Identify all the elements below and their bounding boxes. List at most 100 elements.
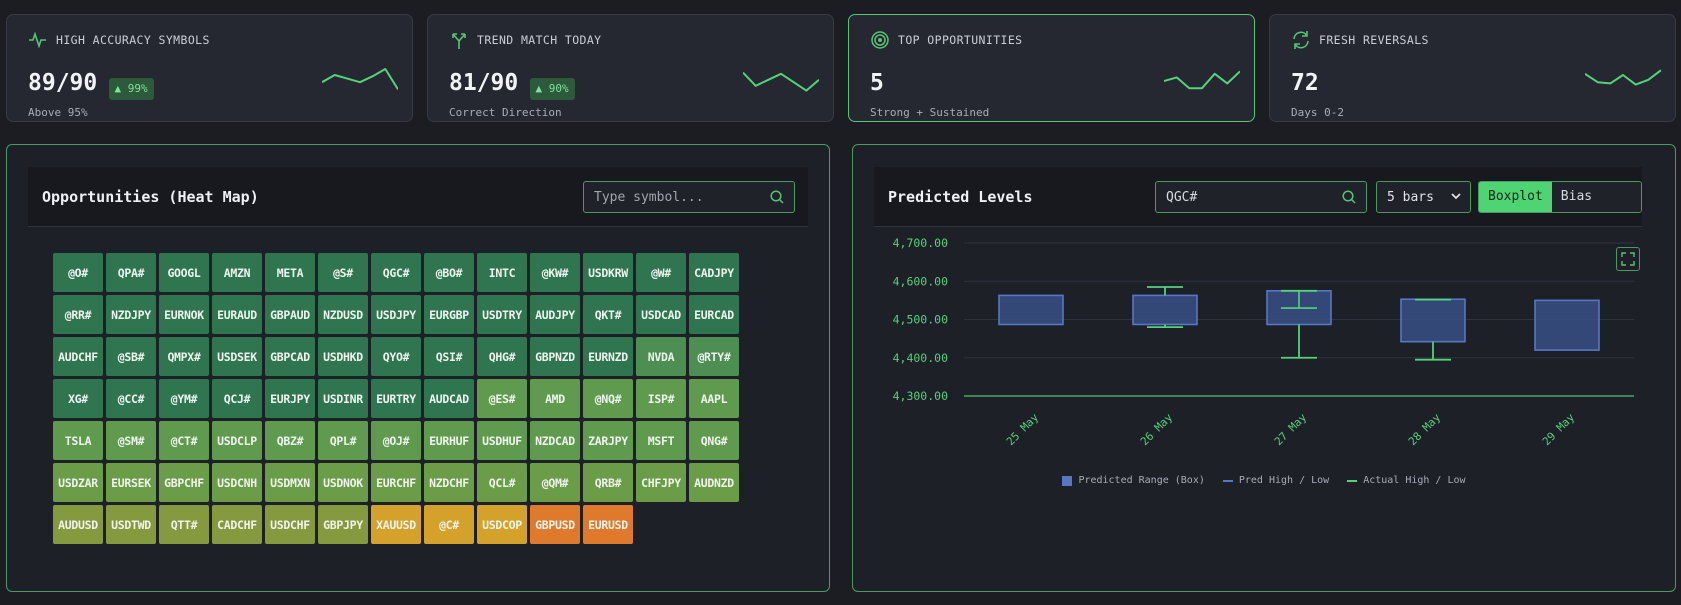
heatmap-cell[interactable]: USDJPY xyxy=(371,295,421,334)
heatmap-cell[interactable]: @CT# xyxy=(159,421,209,460)
heatmap-cell[interactable]: NVDA xyxy=(636,337,686,376)
heatmap-cell[interactable]: @QM# xyxy=(530,463,580,502)
heatmap-cell[interactable]: CADJPY xyxy=(689,253,739,292)
heatmap-cell[interactable]: AUDCHF xyxy=(53,337,103,376)
heatmap-cell[interactable]: GBPNZD xyxy=(530,337,580,376)
heatmap-cell[interactable]: USDSEK xyxy=(212,337,262,376)
heatmap-cell[interactable]: @ES# xyxy=(477,379,527,418)
heatmap-cell[interactable]: QKT# xyxy=(583,295,633,334)
symbol-search[interactable] xyxy=(583,181,795,213)
heatmap-cell[interactable]: USDKRW xyxy=(583,253,633,292)
heatmap-cell[interactable]: GBPCHF xyxy=(159,463,209,502)
heatmap-cell[interactable]: QHG# xyxy=(477,337,527,376)
heatmap-cell[interactable]: @C# xyxy=(424,505,474,544)
heatmap-cell[interactable]: META xyxy=(265,253,315,292)
heatmap-cell[interactable]: CHFJPY xyxy=(636,463,686,502)
heatmap-cell[interactable]: QBZ# xyxy=(265,421,315,460)
heatmap-cell[interactable]: NZDCAD xyxy=(530,421,580,460)
heatmap-cell[interactable]: @KW# xyxy=(530,253,580,292)
heatmap-cell[interactable]: @CC# xyxy=(106,379,156,418)
kpi-card-high-accuracy-symbols[interactable]: HIGH ACCURACY SYMBOLS 89/90 ▲ 99% Above 95% xyxy=(6,14,413,122)
heatmap-cell[interactable]: USDTRY xyxy=(477,295,527,334)
heatmap-cell[interactable]: USDZAR xyxy=(53,463,103,502)
heatmap-cell[interactable]: @W# xyxy=(636,253,686,292)
heatmap-cell[interactable]: GBPUSD xyxy=(530,505,580,544)
heatmap-cell[interactable]: @RR# xyxy=(53,295,103,334)
heatmap-cell[interactable]: AMD xyxy=(530,379,580,418)
heatmap-cell[interactable]: USDNOK xyxy=(318,463,368,502)
heatmap-cell[interactable]: USDCAD xyxy=(636,295,686,334)
heatmap-cell[interactable]: QPL# xyxy=(318,421,368,460)
heatmap-cell[interactable]: @SB# xyxy=(106,337,156,376)
levels-symbol-input[interactable] xyxy=(1156,189,1341,205)
heatmap-cell[interactable]: AUDJPY xyxy=(530,295,580,334)
heatmap-cell[interactable]: @O# xyxy=(53,253,103,292)
heatmap-cell[interactable]: USDCLP xyxy=(212,421,262,460)
heatmap-cell[interactable]: EURCAD xyxy=(689,295,739,334)
heatmap-cell[interactable]: @NQ# xyxy=(583,379,633,418)
bars-select[interactable]: 5 bars xyxy=(1376,181,1471,213)
heatmap-cell[interactable]: EURSEK xyxy=(106,463,156,502)
heatmap-cell[interactable]: AUDUSD xyxy=(53,505,103,544)
kpi-card-top-opportunities[interactable]: TOP OPPORTUNITIES 5 Strong + Sustained xyxy=(848,14,1255,122)
heatmap-cell[interactable]: ZARJPY xyxy=(583,421,633,460)
heatmap-cell[interactable]: EURGBP xyxy=(424,295,474,334)
symbol-search-input[interactable] xyxy=(584,189,769,205)
kpi-card-trend-match-today[interactable]: TREND MATCH TODAY 81/90 ▲ 90% Correct Direc… xyxy=(427,14,834,122)
heatmap-cell[interactable]: TSLA xyxy=(53,421,103,460)
heatmap-cell[interactable]: @BO# xyxy=(424,253,474,292)
heatmap-cell[interactable]: USDCHF xyxy=(265,505,315,544)
heatmap-cell[interactable]: QSI# xyxy=(424,337,474,376)
heatmap-cell[interactable]: @OJ# xyxy=(371,421,421,460)
bias-lines-toggle[interactable]: Bias Lines xyxy=(1551,182,1641,212)
heatmap-cell[interactable]: QGC# xyxy=(371,253,421,292)
heatmap-cell[interactable]: QPA# xyxy=(106,253,156,292)
heatmap-cell[interactable]: EURUSD xyxy=(583,505,633,544)
heatmap-cell[interactable]: @S# xyxy=(318,253,368,292)
heatmap-cell[interactable]: QCJ# xyxy=(212,379,262,418)
heatmap-cell[interactable]: QTT# xyxy=(159,505,209,544)
view-toggle[interactable]: Boxplot Bias Lines xyxy=(1478,181,1642,213)
heatmap-cell[interactable]: EURAUD xyxy=(212,295,262,334)
heatmap-cell[interactable]: EURNOK xyxy=(159,295,209,334)
heatmap-cell[interactable]: EURNZD xyxy=(583,337,633,376)
heatmap-cell[interactable]: EURHUF xyxy=(424,421,474,460)
boxplot-toggle[interactable]: Boxplot xyxy=(1479,182,1552,212)
heatmap-cell[interactable]: GBPCAD xyxy=(265,337,315,376)
heatmap-cell[interactable]: @YM# xyxy=(159,379,209,418)
heatmap-cell[interactable]: USDCNH xyxy=(212,463,262,502)
heatmap-cell[interactable]: QYO# xyxy=(371,337,421,376)
heatmap-cell[interactable]: GBPJPY xyxy=(318,505,368,544)
heatmap-cell[interactable]: QNG# xyxy=(689,421,739,460)
heatmap-cell[interactable]: QMPX# xyxy=(159,337,209,376)
heatmap-cell[interactable]: GOOGL xyxy=(159,253,209,292)
heatmap-cell[interactable]: USDCOP xyxy=(477,505,527,544)
levels-symbol-search[interactable] xyxy=(1155,181,1367,213)
heatmap-cell[interactable]: CADCHF xyxy=(212,505,262,544)
heatmap-cell[interactable]: ISP# xyxy=(636,379,686,418)
heatmap-cell[interactable]: USDHUF xyxy=(477,421,527,460)
heatmap-cell[interactable]: GBPAUD xyxy=(265,295,315,334)
heatmap-cell[interactable]: EURJPY xyxy=(265,379,315,418)
heatmap-cell[interactable]: AUDNZD xyxy=(689,463,739,502)
heatmap-cell[interactable]: AUDCAD xyxy=(424,379,474,418)
heatmap-cell[interactable]: @SM# xyxy=(106,421,156,460)
heatmap-cell[interactable]: USDMXN xyxy=(265,463,315,502)
heatmap-cell[interactable]: USDTWD xyxy=(106,505,156,544)
heatmap-cell[interactable]: NZDCHF xyxy=(424,463,474,502)
heatmap-cell[interactable]: NZDUSD xyxy=(318,295,368,334)
heatmap-cell[interactable]: AMZN xyxy=(212,253,262,292)
heatmap-cell[interactable]: USDHKD xyxy=(318,337,368,376)
heatmap-cell[interactable]: @RTY# xyxy=(689,337,739,376)
heatmap-cell[interactable]: QRB# xyxy=(583,463,633,502)
heatmap-cell[interactable]: QCL# xyxy=(477,463,527,502)
heatmap-cell[interactable]: XAUUSD xyxy=(371,505,421,544)
heatmap-cell[interactable]: MSFT xyxy=(636,421,686,460)
heatmap-cell[interactable]: USDINR xyxy=(318,379,368,418)
kpi-card-fresh-reversals[interactable]: FRESH REVERSALS 72 Days 0-2 xyxy=(1269,14,1676,122)
heatmap-cell[interactable]: XG# xyxy=(53,379,103,418)
heatmap-cell[interactable]: INTC xyxy=(477,253,527,292)
heatmap-cell[interactable]: AAPL xyxy=(689,379,739,418)
heatmap-cell[interactable]: NZDJPY xyxy=(106,295,156,334)
heatmap-cell[interactable]: EURCHF xyxy=(371,463,421,502)
